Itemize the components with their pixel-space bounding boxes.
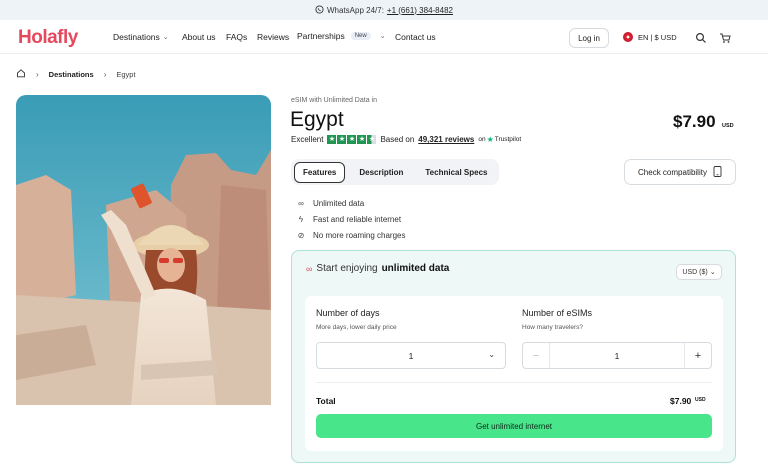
price-currency: USD xyxy=(722,123,734,129)
nav-about-us[interactable]: About us xyxy=(182,32,216,42)
esims-hint: How many travelers? xyxy=(522,324,584,331)
check-compatibility-label: Check compatibility xyxy=(638,167,707,177)
breadcrumb-current: Egypt xyxy=(116,69,136,79)
esims-label: Number of eSIMs xyxy=(522,308,593,318)
no-roaming-icon: ⊘ xyxy=(297,230,305,240)
language-currency-selector[interactable]: EN | $ USD xyxy=(623,32,677,42)
login-button[interactable]: Log in xyxy=(569,28,609,48)
plan-configurator: Number of days More days, lower daily pr… xyxy=(305,296,723,451)
tab-description[interactable]: Description xyxy=(351,163,411,182)
divider xyxy=(316,382,712,383)
nav-destinations-label: Destinations xyxy=(113,32,160,42)
chevron-right-icon: › xyxy=(103,69,107,79)
star-icon: ★ xyxy=(327,135,337,144)
star-icon: ★ xyxy=(357,135,367,144)
chevron-down-icon: ⌄ xyxy=(162,34,169,41)
total-value: $7.90 xyxy=(670,396,692,406)
purchase-card: ∞ Start enjoying unlimited data USD ($) … xyxy=(291,250,736,463)
breadcrumb: › Destinations › Egypt xyxy=(16,68,136,80)
days-select-value: 1 xyxy=(408,350,414,361)
nav-partnerships-label: Partnerships xyxy=(297,31,345,41)
product-tabs: Features Description Technical Specs xyxy=(291,159,499,185)
total-currency: USD xyxy=(695,397,706,403)
feature-text: Unlimited data xyxy=(313,198,365,208)
nav-about-label: About us xyxy=(182,32,216,42)
product-subtitle: eSIM with Unlimited Data in xyxy=(291,97,377,104)
days-hint: More days, lower daily price xyxy=(316,324,397,331)
nav-contact-us[interactable]: Contact us xyxy=(395,32,436,42)
nav-partnerships[interactable]: Partnerships New ⌄ xyxy=(297,31,386,41)
lightning-icon: ϟ xyxy=(298,214,304,224)
chevron-down-icon: ⌄ xyxy=(488,350,495,359)
days-label: Number of days xyxy=(316,308,380,318)
nav-reviews[interactable]: Reviews xyxy=(257,32,289,42)
language-currency-label: EN | $ USD xyxy=(638,32,677,42)
main-navigation: Holafly Destinations ⌄ About us FAQs Rev… xyxy=(0,20,768,54)
feature-text: No more roaming charges xyxy=(313,230,406,240)
currency-select-value: USD ($) xyxy=(682,268,708,276)
esims-value[interactable]: 1 xyxy=(550,351,684,361)
rating-word: Excellent xyxy=(291,135,324,144)
home-icon[interactable] xyxy=(16,68,26,80)
nav-faqs-label: FAQs xyxy=(226,32,248,42)
half-star-icon: ★ xyxy=(367,135,377,144)
chevron-down-icon: ⌄ xyxy=(709,269,716,276)
reviews-link[interactable]: 49,321 reviews xyxy=(418,135,474,144)
card-heading-prefix: Start enjoying xyxy=(316,263,378,274)
page-title: Egypt xyxy=(290,108,344,131)
feature-item: ϟ Fast and reliable internet xyxy=(296,211,405,227)
whatsapp-icon xyxy=(315,4,324,16)
nav-destinations[interactable]: Destinations ⌄ xyxy=(113,32,169,42)
star-icon: ★ xyxy=(337,135,347,144)
feature-item: ⊘ No more roaming charges xyxy=(296,227,406,243)
trustpilot-logo: on ★ Trustpilot xyxy=(478,135,521,144)
tab-technical-specs[interactable]: Technical Specs xyxy=(417,163,495,182)
search-icon[interactable] xyxy=(695,31,707,43)
phone-check-icon xyxy=(713,165,722,179)
holafly-logo[interactable]: Holafly xyxy=(18,27,78,49)
feature-text: Fast and reliable internet xyxy=(313,214,402,224)
trustpilot-label: Trustpilot xyxy=(494,136,522,143)
card-heading: ∞ Start enjoying unlimited data xyxy=(306,263,449,274)
infinity-icon: ∞ xyxy=(298,198,304,208)
trustpilot-star-icon: ★ xyxy=(486,135,494,144)
days-select[interactable]: 1 ⌄ xyxy=(316,342,506,369)
breadcrumb-destinations[interactable]: Destinations xyxy=(49,70,94,79)
uk-flag-icon xyxy=(623,32,633,42)
chevron-right-icon: › xyxy=(36,69,39,79)
trustpilot-rating: Excellent ★ ★ ★ ★ ★ Based on 49,321 revi… xyxy=(291,135,521,144)
nav-contact-label: Contact us xyxy=(395,32,436,42)
on-label: on xyxy=(478,136,486,143)
increment-button[interactable]: + xyxy=(684,343,711,368)
cart-icon[interactable] xyxy=(719,31,731,43)
total-label: Total xyxy=(316,396,336,406)
decrement-button[interactable]: − xyxy=(523,343,550,368)
card-heading-bold: unlimited data xyxy=(381,263,450,274)
esims-stepper: − 1 + xyxy=(522,342,712,369)
new-badge: New xyxy=(350,32,371,40)
product-price: $7.90 xyxy=(673,112,716,131)
tab-features[interactable]: Features xyxy=(294,161,346,183)
check-compatibility-button[interactable]: Check compatibility xyxy=(624,159,736,185)
whatsapp-label: WhatsApp 24/7: xyxy=(327,5,384,15)
star-icon: ★ xyxy=(347,135,357,144)
rating-stars: ★ ★ ★ ★ ★ xyxy=(327,135,377,144)
feature-item: ∞ Unlimited data xyxy=(296,195,405,211)
currency-select[interactable]: USD ($) ⌄ xyxy=(676,264,722,280)
infinity-icon: ∞ xyxy=(306,263,313,274)
based-on-label: Based on xyxy=(380,135,415,144)
nav-reviews-label: Reviews xyxy=(257,32,290,42)
chevron-down-icon: ⌄ xyxy=(379,33,386,40)
get-unlimited-internet-button[interactable]: Get unlimited internet xyxy=(316,414,712,438)
features-list: ∞ Unlimited data ϟ Fast and reliable int… xyxy=(296,195,406,243)
top-announcement-bar: WhatsApp 24/7: +1 (661) 384-8482 xyxy=(0,0,768,20)
nav-faqs[interactable]: FAQs xyxy=(226,32,247,42)
whatsapp-phone-link[interactable]: +1 (661) 384-8482 xyxy=(387,6,453,15)
destination-hero-image xyxy=(16,95,271,405)
